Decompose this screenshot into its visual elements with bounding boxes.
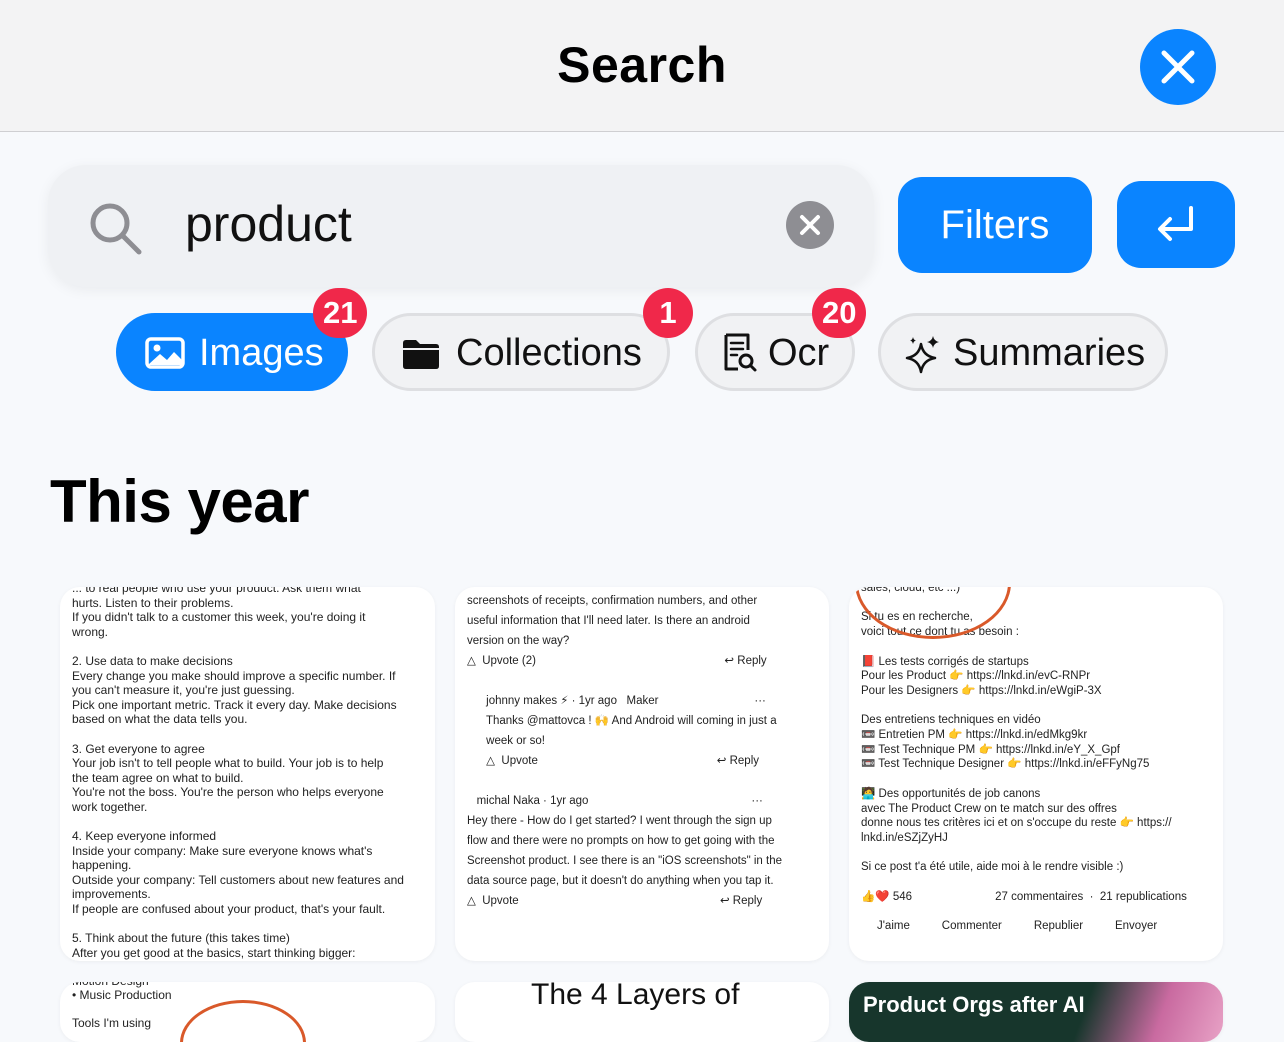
search-icon [90,203,142,255]
tab-images-label: Images [199,332,324,374]
search-input[interactable] [185,193,765,255]
result-text: The 4 Layers of [531,982,740,1011]
top-bar: Search [0,0,1284,132]
tab-collections[interactable]: Collections [372,313,670,391]
tab-summaries[interactable]: Summaries [878,313,1168,391]
result-thumbnail[interactable]: sales, cloud, etc ...) Si tu es en reche… [849,587,1223,961]
collections-count-badge: 1 [643,288,693,338]
tab-collections-label: Collections [456,332,642,374]
result-thumbnail[interactable]: Motion Design • Music Production Tools I… [60,982,435,1042]
ocr-count-badge: 20 [812,288,867,338]
result-text: screenshots of receipts, confirmation nu… [467,595,782,907]
return-icon [1158,206,1193,241]
ocr-document-icon [724,333,757,372]
clear-icon [800,215,820,235]
sparkles-icon [905,336,939,374]
result-thumbnail[interactable]: Product Orgs after AI [849,982,1223,1042]
close-icon [1161,50,1195,84]
result-text: Product Orgs after AI [863,992,1085,1017]
result-text: ... to real people who use your product.… [72,587,404,960]
submit-search-button[interactable] [1117,181,1235,268]
search-box [48,165,874,287]
page-title: Search [557,37,727,93]
result-text: sales, cloud, etc ...) Si tu es en reche… [861,587,1187,933]
folder-icon [403,340,439,369]
result-thumbnail[interactable]: ... to real people who use your product.… [60,587,435,961]
tab-summaries-label: Summaries [953,332,1146,374]
tab-images[interactable]: Images [116,313,348,391]
filters-button[interactable]: Filters [898,177,1092,273]
result-thumbnail[interactable]: The 4 Layers of [455,982,829,1042]
images-count-badge: 21 [313,288,368,338]
tab-ocr-label: Ocr [768,332,830,374]
image-icon [145,337,185,369]
clear-search-button[interactable] [786,201,834,249]
result-thumbnail[interactable]: screenshots of receipts, confirmation nu… [455,587,829,961]
close-button[interactable] [1140,29,1216,105]
section-title: This year [50,468,309,535]
